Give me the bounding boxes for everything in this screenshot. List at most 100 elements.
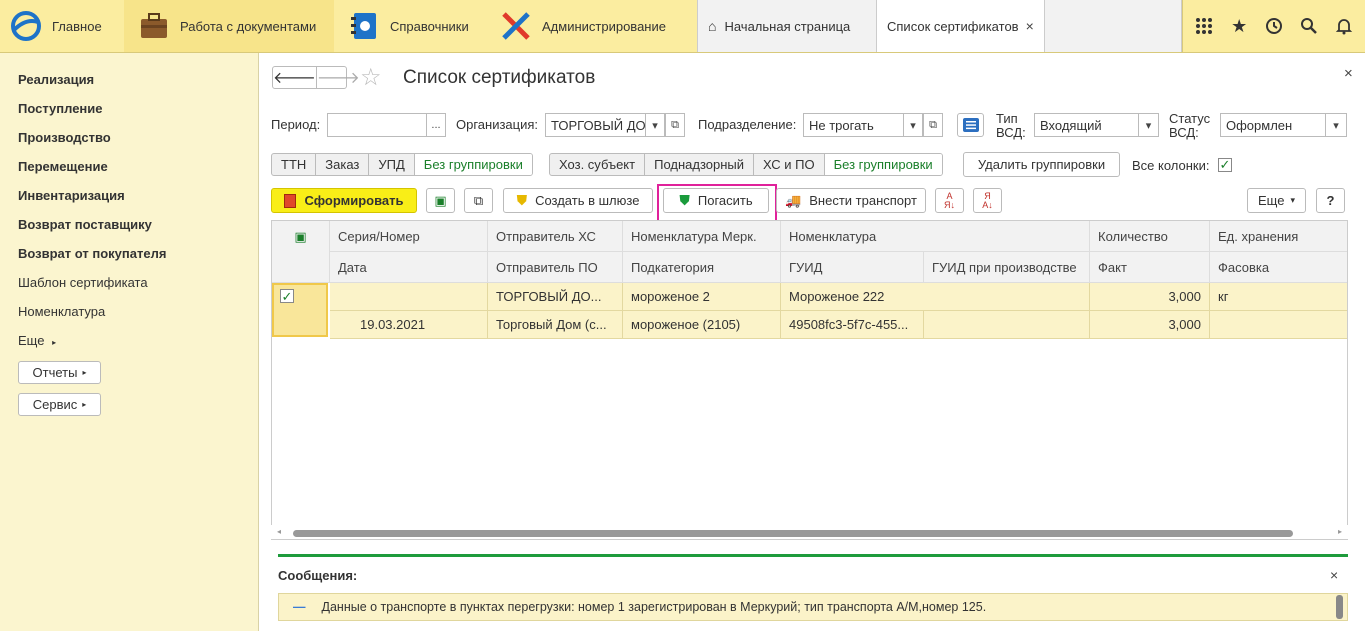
group-business-entity[interactable]: Хоз. субъект — [550, 154, 646, 175]
copy-icon: ⧉ — [473, 192, 484, 208]
bell-icon[interactable] — [1332, 14, 1356, 38]
col-header-subcategory[interactable]: Подкатегория — [623, 252, 781, 283]
list-settings-button[interactable] — [957, 113, 984, 137]
reports-button[interactable]: Отчеты ▸ — [18, 361, 101, 384]
select-all-button[interactable]: ▣ — [426, 188, 455, 213]
checklist-icon: ▣ — [434, 192, 447, 208]
org-label: Организация: — [456, 117, 539, 132]
col-header-nomenclature-merk[interactable]: Номенклатура Мерк. — [623, 221, 781, 252]
header-checkbox[interactable]: ▣ — [272, 221, 330, 283]
col-header-fact[interactable]: Факт — [1090, 252, 1210, 283]
section-references[interactable]: Справочники — [348, 0, 469, 52]
table-cell: 3,000 — [1090, 283, 1210, 311]
sidebar-item-transfer[interactable]: Перемещение — [18, 159, 108, 174]
tab-certificates[interactable]: Список сертификатов × — [877, 0, 1045, 52]
sidebar-item-return-customer[interactable]: Возврат от покупателя — [18, 246, 166, 261]
close-icon[interactable]: × — [1344, 65, 1353, 82]
section-administration[interactable]: Администрирование — [500, 0, 666, 52]
forward-arrow-icon[interactable]: 🡒 — [315, 67, 360, 88]
history-icon[interactable] — [1262, 14, 1286, 38]
vsd-type-input[interactable]: Входящий — [1034, 113, 1139, 137]
group-hs-po[interactable]: ХС и ПО — [754, 154, 825, 175]
dept-dropdown-button[interactable]: ▾ — [903, 113, 923, 137]
star-icon[interactable]: ★ — [1227, 14, 1251, 38]
sort-asc-button[interactable]: А Я↓ — [935, 188, 964, 213]
section-label: Администрирование — [542, 18, 666, 34]
group-order[interactable]: Заказ — [316, 154, 370, 175]
col-header-nomenclature[interactable]: Номенклатура — [781, 221, 1090, 252]
col-header-date[interactable]: Дата — [330, 252, 488, 283]
tab-label: Начальная страница — [724, 18, 851, 34]
vsd-type-dropdown-button[interactable]: ▾ — [1138, 113, 1159, 137]
favorite-star-icon[interactable]: ☆ — [360, 63, 382, 92]
tools-icon — [500, 10, 532, 42]
close-icon[interactable]: × — [1026, 18, 1034, 34]
section-main[interactable]: Главное — [10, 0, 102, 52]
dept-input[interactable]: Не трогать — [803, 113, 904, 137]
vsd-type-label-line1: Тип — [996, 111, 1018, 126]
messages-scrollbar-thumb[interactable] — [1336, 595, 1343, 619]
col-header-unit[interactable]: Ед. хранения — [1210, 221, 1347, 252]
table-cell: мороженое (2105) — [623, 311, 781, 339]
col-header-packing[interactable]: Фасовка — [1210, 252, 1347, 283]
col-header-guid[interactable]: ГУИД — [781, 252, 924, 283]
col-header-guid-production[interactable]: ГУИД при производстве — [924, 252, 1090, 283]
sidebar-item-receipts[interactable]: Поступление — [18, 101, 103, 116]
add-transport-button[interactable]: 🚚 Внести транспорт — [776, 188, 926, 213]
back-arrow-icon[interactable]: 🡐 — [273, 67, 316, 88]
col-header-sender-hs[interactable]: Отправитель ХС — [488, 221, 623, 252]
org-dropdown-button[interactable]: ▾ — [645, 113, 665, 137]
scroll-left-icon[interactable]: ◂ — [277, 527, 281, 536]
generate-button[interactable]: Сформировать — [271, 188, 417, 213]
sort-desc-button[interactable]: Я А↓ — [973, 188, 1002, 213]
horizontal-scrollbar[interactable]: ◂ ▸ — [271, 525, 1348, 539]
create-gateway-button[interactable]: ⛊ Создать в шлюзе — [503, 188, 653, 213]
org-input[interactable]: ТОРГОВЫЙ ДОМ — [545, 113, 646, 137]
dept-open-button[interactable]: ⧉ — [923, 113, 943, 137]
search-icon[interactable] — [1297, 14, 1321, 38]
group-upd[interactable]: УПД — [369, 154, 415, 175]
group-ttn[interactable]: ТТН — [272, 154, 317, 175]
dept-label: Подразделение: — [698, 117, 797, 132]
period-input[interactable] — [327, 113, 427, 137]
period-select-button[interactable]: ... — [426, 113, 446, 137]
sidebar-item-more[interactable]: Еще ▸ — [18, 333, 56, 348]
copy-button[interactable]: ⧉ — [464, 188, 493, 213]
sidebar-item-sales[interactable]: Реализация — [18, 72, 94, 87]
service-button[interactable]: Сервис ▸ — [18, 393, 101, 416]
vsd-status-input[interactable]: Оформлен — [1220, 113, 1326, 137]
create-gateway-label: Создать в шлюзе — [535, 193, 640, 208]
help-button[interactable]: ? — [1316, 188, 1345, 213]
group-none-2[interactable]: Без группировки — [824, 154, 942, 175]
tab-home[interactable]: ⌂ Начальная страница — [697, 0, 877, 52]
section-label: Главное — [52, 18, 102, 34]
group-none-1[interactable]: Без группировки — [414, 154, 532, 175]
group-supervised[interactable]: Поднадзорный — [645, 154, 755, 175]
more-button[interactable]: Еще ▾ — [1247, 188, 1306, 213]
section-label: Справочники — [390, 18, 469, 34]
sidebar-item-production[interactable]: Производство — [18, 130, 111, 145]
sidebar-item-return-supplier[interactable]: Возврат поставщику — [18, 217, 152, 232]
scroll-right-icon[interactable]: ▸ — [1338, 527, 1342, 536]
table-cell: ТОРГОВЫЙ ДО... — [488, 283, 623, 311]
col-header-sender-po[interactable]: Отправитель ПО — [488, 252, 623, 283]
remove-groupings-button[interactable]: Удалить группировки — [963, 152, 1120, 177]
grid-menu-icon[interactable] — [1192, 14, 1216, 38]
org-open-button[interactable]: ⧉ — [665, 113, 685, 137]
section-documents[interactable]: Работа с документами — [124, 0, 334, 52]
sort-asc-icon: А Я↓ — [944, 190, 955, 210]
sidebar: Реализация Поступление Производство Пере… — [0, 53, 259, 631]
col-header-quantity[interactable]: Количество — [1090, 221, 1210, 252]
col-header-series[interactable]: Серия/Номер — [330, 221, 488, 252]
row-checkbox[interactable]: ✓ — [272, 283, 328, 337]
sidebar-item-inventory[interactable]: Инвентаризация — [18, 188, 125, 203]
sidebar-item-nomenclature[interactable]: Номенклатура — [18, 304, 105, 319]
all-columns-checkbox[interactable]: ✓ — [1218, 157, 1232, 172]
redeem-button[interactable]: ⛊ Погасить — [663, 188, 769, 213]
sidebar-item-certificate-template[interactable]: Шаблон сертификата — [18, 275, 148, 290]
vsd-status-dropdown-button[interactable]: ▾ — [1325, 113, 1347, 137]
vsd-status-label: Статус ВСД: — [1169, 112, 1210, 140]
scrollbar-thumb[interactable] — [293, 530, 1293, 537]
close-icon[interactable]: × — [1330, 567, 1338, 583]
message-item[interactable]: — Данные о транспорте в пунктах перегруз… — [278, 593, 1348, 621]
